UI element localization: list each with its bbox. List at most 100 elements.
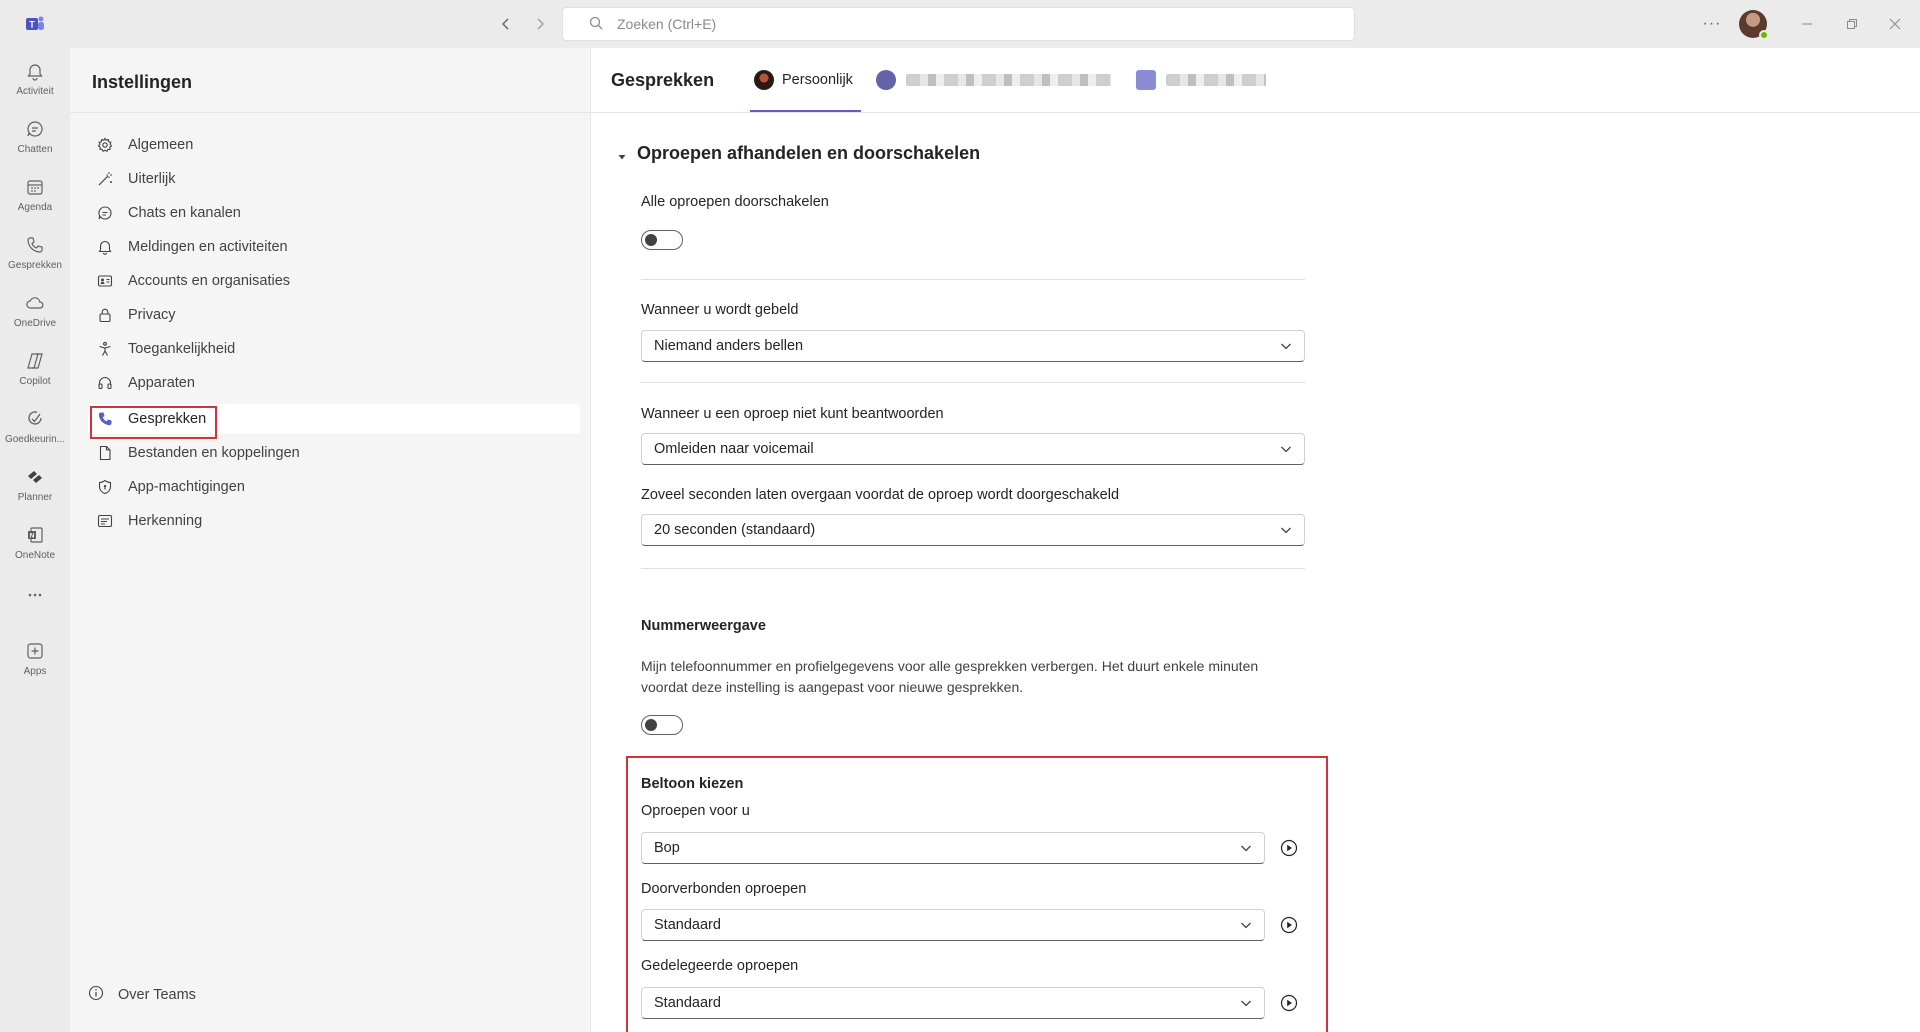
ring-seconds-label: Zoveel seconden laten overgaan voordat d… (641, 487, 1120, 503)
restore-icon[interactable] (1840, 12, 1864, 36)
section-header[interactable]: Oproepen afhandelen en doorschakelen (617, 143, 980, 164)
chevron-down-icon (1238, 917, 1254, 933)
when-called-label: Wanneer u wordt gebeld (641, 302, 799, 318)
rail-item-calls[interactable]: Gesprekken (0, 226, 70, 282)
when-unanswered-label: Wanneer u een oproep niet kunt beantwoor… (641, 406, 944, 422)
settings-item-label: Uiterlijk (128, 171, 176, 187)
rail-item-onedrive[interactable]: OneDrive (0, 284, 70, 340)
settings-item-accounts[interactable]: Accounts en organisaties (88, 266, 580, 296)
settings-item-notifications[interactable]: Meldingen en activiteiten (88, 232, 580, 262)
dropdown-value: Niemand anders bellen (654, 338, 804, 354)
copilot-icon (24, 350, 46, 372)
play-ringtone-icon[interactable] (1279, 838, 1299, 858)
cloud-icon (24, 292, 46, 314)
ringtone-forwarded-dropdown[interactable]: Standaard (641, 909, 1265, 941)
rail-label: Copilot (19, 376, 51, 387)
rail-item-chat[interactable]: Chatten (0, 110, 70, 166)
dropdown-value: 20 seconden (standaard) (654, 522, 816, 538)
rail-item-apps[interactable]: Apps (0, 632, 70, 688)
tab-redacted[interactable] (1136, 48, 1276, 112)
settings-item-label: Toegankelijkheid (128, 341, 236, 357)
svg-text:N: N (30, 533, 35, 540)
title-bar: T ··· (0, 0, 1920, 48)
contact-card-icon (96, 272, 114, 290)
search-input[interactable] (617, 16, 1317, 32)
rail-item-onenote[interactable]: N OneNote (0, 516, 70, 572)
onenote-icon: N (24, 524, 46, 546)
accessibility-icon (96, 340, 114, 358)
approvals-icon (24, 408, 46, 430)
settings-item-recognition[interactable]: Herkenning (88, 506, 580, 536)
main-content: Gesprekken Persoonlijk Oproepen afhandel… (591, 48, 1920, 1032)
tab-redacted[interactable] (876, 48, 1116, 112)
app-rail: Activiteit Chatten Agenda Gesprekken One… (0, 48, 70, 1032)
about-teams-link[interactable]: Over Teams (88, 985, 196, 1004)
about-teams-label: Over Teams (118, 986, 196, 1003)
team-avatar-icon (876, 70, 896, 90)
divider (641, 279, 1305, 280)
when-called-dropdown[interactable]: Niemand anders bellen (641, 330, 1305, 362)
minimize-icon[interactable] (1795, 12, 1819, 36)
planner-icon (24, 466, 46, 488)
bell-icon (24, 60, 46, 82)
chevron-down-icon (1278, 441, 1294, 457)
search-box[interactable] (562, 7, 1355, 41)
rail-label: Activiteit (16, 86, 54, 97)
ringtone-delegated-label: Gedelegeerde oproepen (641, 958, 799, 974)
recognition-icon (96, 512, 114, 530)
rail-label: OneNote (14, 550, 56, 561)
caret-down-icon (617, 149, 627, 159)
chat-icon (96, 204, 114, 222)
rail-item-copilot[interactable]: Copilot (0, 342, 70, 398)
page-header: Gesprekken Persoonlijk (591, 48, 1920, 113)
avatar[interactable] (1739, 10, 1769, 40)
caller-id-label: Nummerweergave (641, 618, 766, 634)
settings-item-chats-channels[interactable]: Chats en kanalen (88, 198, 580, 228)
rail-item-planner[interactable]: Planner (0, 458, 70, 514)
settings-item-privacy[interactable]: Privacy (88, 300, 580, 330)
tab-personal[interactable]: Persoonlijk (750, 48, 861, 112)
rail-item-more[interactable] (0, 576, 70, 632)
add-app-icon (24, 640, 46, 662)
settings-item-label: Chats en kanalen (128, 205, 241, 221)
settings-item-general[interactable]: Algemeen (88, 130, 580, 160)
ring-seconds-dropdown[interactable]: 20 seconden (standaard) (641, 514, 1305, 546)
when-unanswered-dropdown[interactable]: Omleiden naar voicemail (641, 433, 1305, 465)
forward-all-toggle[interactable] (641, 230, 683, 250)
play-ringtone-icon[interactable] (1279, 915, 1299, 935)
rail-item-calendar[interactable]: Agenda (0, 168, 70, 224)
rail-item-approvals[interactable]: Goedkeurin... (0, 400, 70, 456)
tab-label: Persoonlijk (782, 72, 853, 88)
dropdown-value: Omleiden naar voicemail (654, 441, 814, 457)
more-options-icon[interactable]: ··· (1700, 12, 1724, 36)
teams-logo-icon[interactable]: T (24, 13, 46, 35)
info-icon (88, 985, 104, 1004)
caller-id-toggle[interactable] (641, 715, 683, 735)
svg-text:T: T (29, 20, 35, 30)
chevron-down-icon (1278, 522, 1294, 538)
settings-item-label: Herkenning (128, 513, 203, 529)
wand-icon (96, 170, 114, 188)
rail-label: Agenda (17, 202, 53, 213)
ringtone-delegated-dropdown[interactable]: Standaard (641, 987, 1265, 1019)
section-title: Oproepen afhandelen en doorschakelen (637, 143, 981, 163)
settings-item-accessibility[interactable]: Toegankelijkheid (88, 334, 580, 364)
settings-item-devices[interactable]: Apparaten (88, 368, 580, 398)
ringtone-for-you-dropdown[interactable]: Bop (641, 832, 1265, 864)
settings-item-files[interactable]: Bestanden en koppelingen (88, 438, 580, 468)
close-icon[interactable] (1883, 12, 1907, 36)
dropdown-value: Standaard (654, 995, 721, 1011)
rail-item-activity[interactable]: Activiteit (0, 52, 70, 108)
settings-item-appearance[interactable]: Uiterlijk (88, 164, 580, 194)
search-icon (589, 16, 603, 33)
chevron-down-icon (1238, 840, 1254, 856)
settings-item-app-permissions[interactable]: App-machtigingen (88, 472, 580, 502)
back-arrow-icon[interactable] (495, 13, 517, 35)
play-ringtone-icon[interactable] (1279, 993, 1299, 1013)
page-title: Gesprekken (611, 70, 715, 90)
rail-label: Chatten (17, 144, 53, 155)
rail-label: Planner (17, 492, 53, 503)
settings-item-label: Bestanden en koppelingen (128, 445, 300, 461)
forward-arrow-icon[interactable] (529, 13, 551, 35)
redacted-text (1166, 74, 1266, 86)
